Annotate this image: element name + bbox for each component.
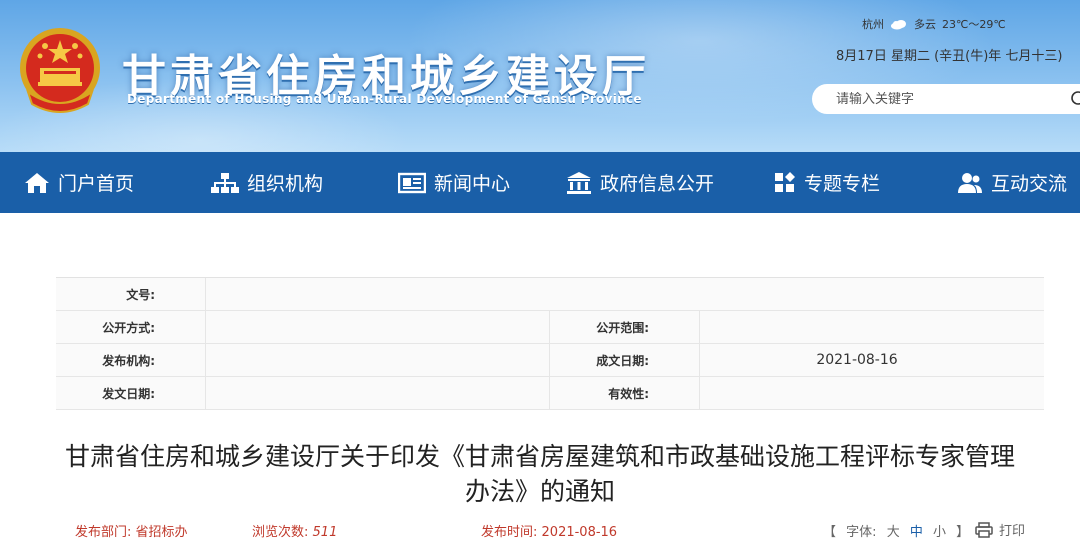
site-header: 甘肃省住房和城乡建设厅 Department of Housing and Ur…: [0, 0, 1080, 152]
disclosure-method-value: [206, 311, 550, 343]
users-icon: [958, 172, 982, 193]
disclosure-scope-label: 公开范围:: [550, 311, 700, 343]
table-row: 公开方式: 公开范围:: [56, 311, 1044, 344]
written-date-value: 2021-08-16: [816, 352, 898, 368]
publish-time-value: 2021-08-16: [541, 525, 618, 540]
publish-dept: 发布部门: 省招标办: [75, 521, 188, 540]
home-icon: [25, 172, 49, 193]
government-building-icon: [567, 171, 591, 194]
disclosure-scope-value: [700, 311, 1044, 343]
validity-value: [700, 377, 1044, 409]
nav-item-interaction[interactable]: 互动交流: [957, 152, 1067, 213]
table-row: 发文日期: 有效性:: [56, 377, 1044, 410]
article-content: 文号: 公开方式: 公开范围: 发布机构: 成文日期: 2021-08-16 发…: [0, 213, 1080, 547]
search-icon[interactable]: [1070, 90, 1080, 108]
font-size-control: 【 字体: 大 中 小 】: [820, 521, 972, 540]
print-label: 打印: [999, 524, 1026, 539]
nav-item-organization[interactable]: 组织机构: [211, 152, 323, 213]
font-bracket-close: 】: [956, 525, 970, 540]
validity-label: 有效性:: [550, 377, 700, 409]
doc-no-label: 文号:: [56, 278, 206, 310]
cloud-icon: [891, 20, 906, 30]
font-bracket-open: 【: [823, 525, 837, 540]
grid-icon: [775, 171, 795, 192]
font-small-button[interactable]: 小: [933, 525, 946, 540]
publish-time: 发布时间: 2021-08-16: [481, 521, 617, 540]
issue-date-label: 发文日期:: [56, 377, 206, 409]
search-input[interactable]: [836, 91, 1056, 107]
date-display: 8月17日 星期二 (辛丑(牛)年 七月十三): [836, 49, 1063, 64]
weather-temp: 23℃～29℃: [942, 18, 1006, 31]
written-date-label: 成文日期:: [550, 344, 700, 376]
disclosure-method-label: 公开方式:: [56, 311, 206, 343]
nav-item-gov-info[interactable]: 政府信息公开: [566, 152, 714, 213]
national-emblem-icon: [20, 28, 100, 113]
font-label: 字体:: [846, 525, 877, 540]
publish-dept-label: 发布部门:: [75, 525, 132, 540]
publish-dept-value: 省招标办: [135, 525, 188, 540]
site-subtitle: Department of Housing and Urban-Rural De…: [127, 92, 642, 106]
nav-item-topics[interactable]: 专题专栏: [774, 152, 880, 213]
publish-time-label: 发布时间:: [481, 525, 538, 540]
issuer-label: 发布机构:: [56, 344, 206, 376]
issuer-value: [206, 344, 550, 376]
org-chart-icon: [211, 172, 239, 193]
main-nav: 门户首页 组织机构 新闻中心 政府信息公开 专题专栏 互动交流: [0, 152, 1080, 213]
weather-city: 杭州: [862, 18, 884, 31]
nav-label: 门户首页: [58, 173, 135, 195]
font-medium-button[interactable]: 中: [910, 525, 923, 540]
doc-no-value: [206, 278, 550, 310]
font-large-button[interactable]: 大: [887, 525, 900, 540]
table-row: 文号:: [56, 278, 1044, 311]
view-count-value: 511: [312, 525, 338, 540]
nav-label: 互动交流: [991, 173, 1068, 195]
view-count: 浏览次数: 511: [252, 521, 337, 540]
view-count-label: 浏览次数:: [252, 525, 309, 540]
issue-date-value: [206, 377, 550, 409]
weather-widget: 杭州 多云 23℃～29℃: [862, 16, 1006, 32]
print-button[interactable]: 打印: [975, 520, 1025, 539]
printer-icon: [975, 521, 993, 538]
nav-item-news[interactable]: 新闻中心: [398, 152, 510, 213]
newspaper-icon: [398, 172, 426, 193]
nav-label: 政府信息公开: [600, 173, 715, 195]
nav-label: 专题专栏: [804, 173, 881, 195]
search-box: [812, 84, 1080, 114]
nav-label: 新闻中心: [434, 173, 511, 195]
document-info-table: 文号: 公开方式: 公开范围: 发布机构: 成文日期: 2021-08-16 发…: [56, 277, 1044, 410]
table-row: 发布机构: 成文日期: 2021-08-16: [56, 344, 1044, 377]
nav-item-home[interactable]: 门户首页: [24, 152, 134, 213]
weather-condition: 多云: [914, 18, 936, 31]
article-title: 甘肃省住房和城乡建设厅关于印发《甘肃省房屋建筑和市政基础设施工程评标专家管理办法…: [64, 442, 1015, 506]
nav-label: 组织机构: [247, 173, 324, 195]
